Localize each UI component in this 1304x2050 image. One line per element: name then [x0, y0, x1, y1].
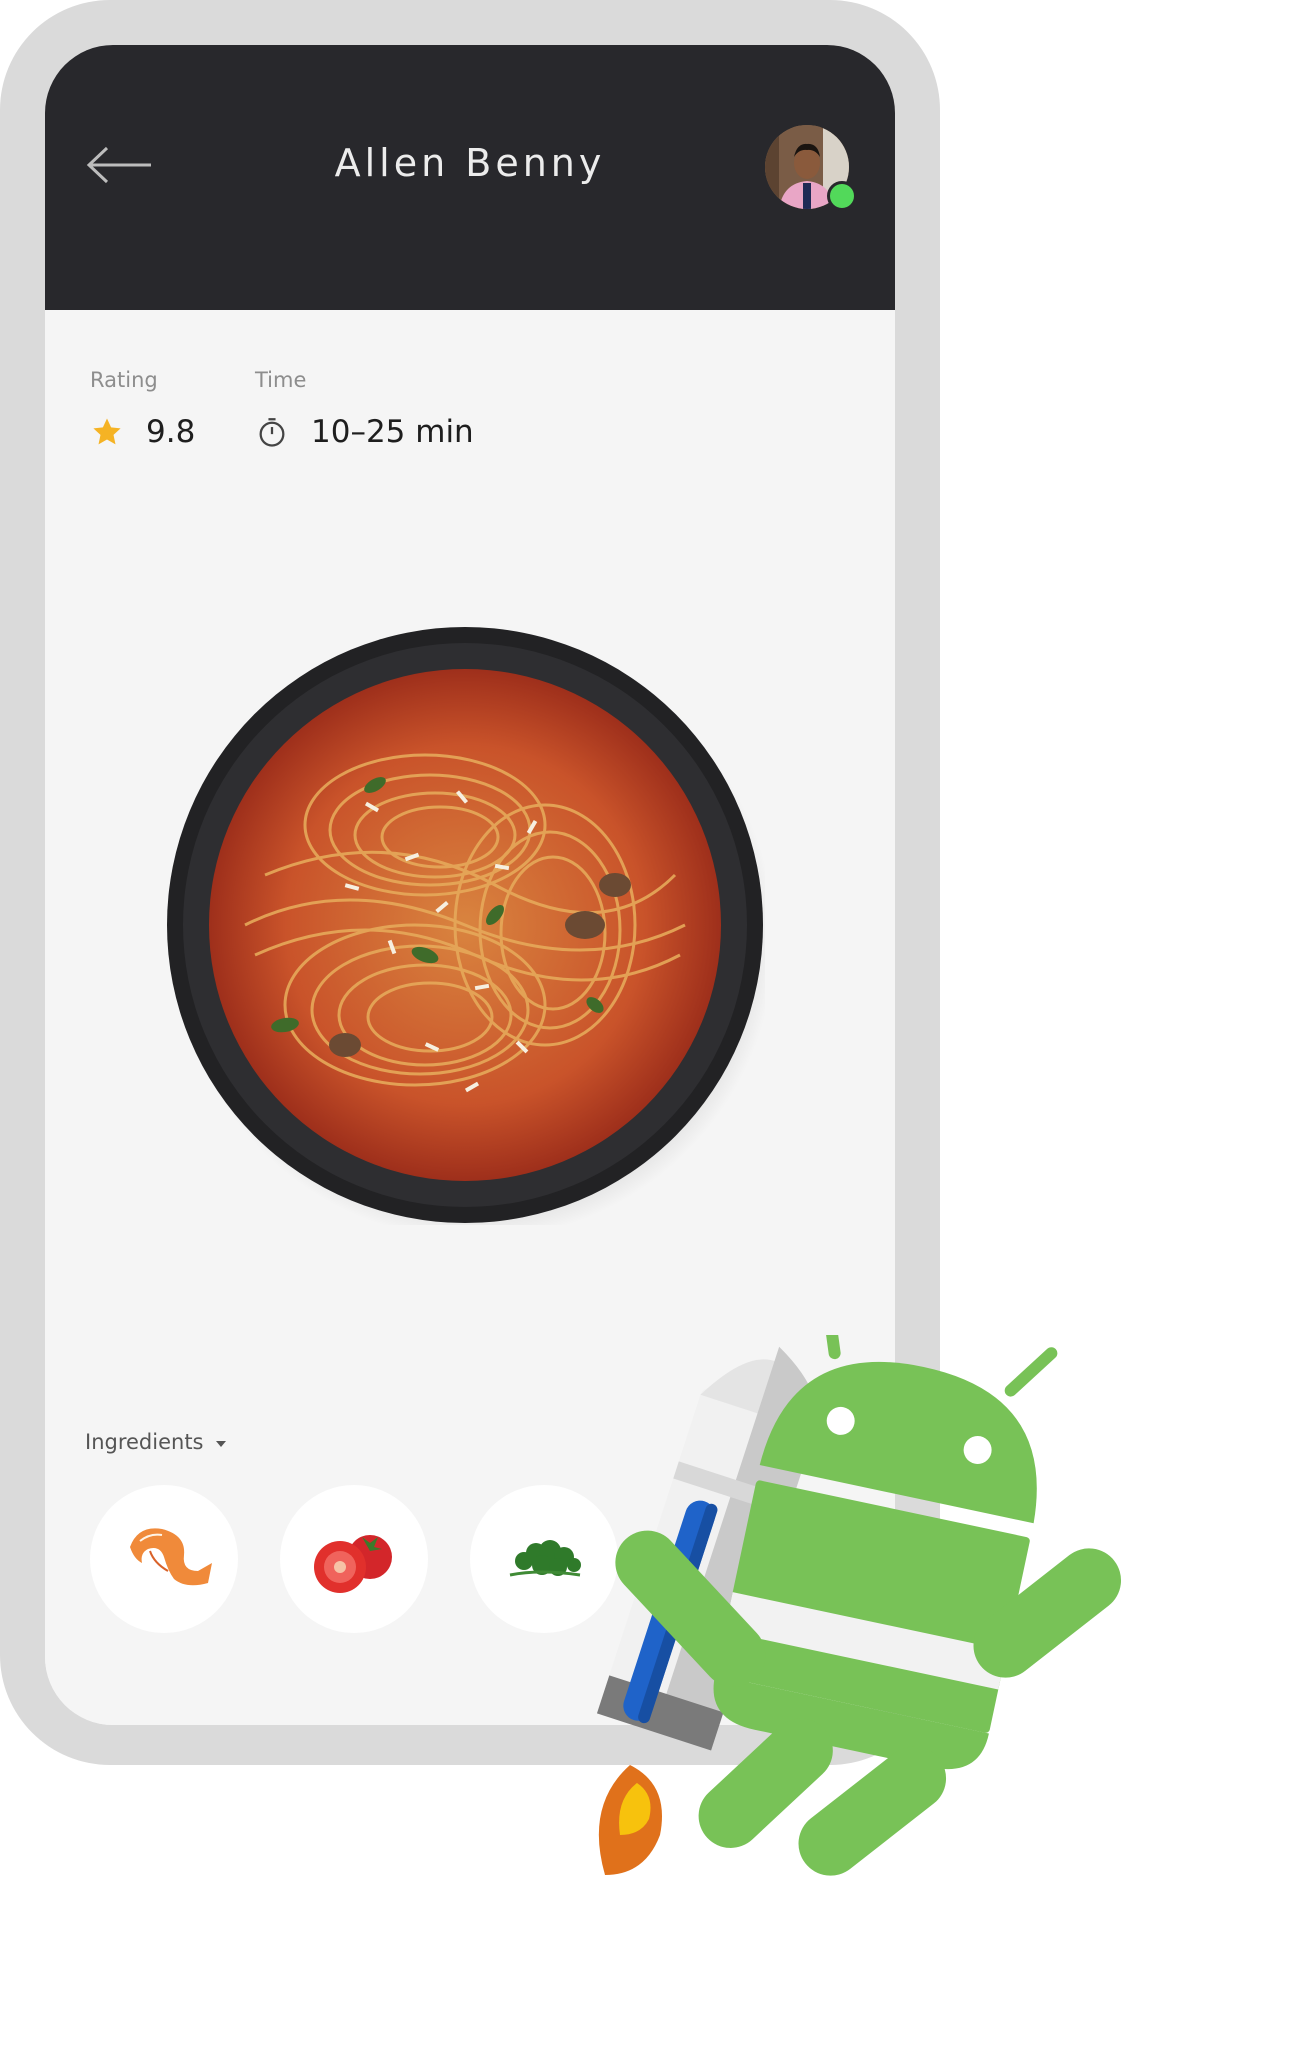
ingredient-shrimp[interactable]: [90, 1485, 238, 1633]
time-value: 10–25 min: [311, 414, 474, 450]
time-stat: Time 10–25 min: [255, 368, 474, 450]
spaghetti-bowl-icon: [167, 627, 765, 1225]
android-rocket-icon: [596, 1335, 1122, 1876]
app-header: Allen Benny: [45, 45, 895, 310]
star-icon: [90, 415, 124, 449]
ingredient-tomato[interactable]: [280, 1485, 428, 1633]
ingredients-label: Ingredients: [85, 1430, 204, 1454]
dish-image: [165, 625, 765, 1225]
ingredients-dropdown[interactable]: Ingredients: [85, 1430, 226, 1454]
shrimp-icon: [130, 1528, 212, 1586]
online-status-indicator: [827, 181, 857, 211]
tomato-icon: [314, 1535, 392, 1593]
rating-label: Rating: [90, 368, 158, 392]
android-mascot-illustration: [575, 1335, 1215, 1955]
time-label: Time: [255, 368, 307, 392]
rating-stat: Rating 9.8: [90, 368, 195, 450]
rating-value: 9.8: [146, 414, 196, 450]
stopwatch-icon: [255, 415, 289, 449]
caret-down-icon: [215, 1440, 226, 1447]
